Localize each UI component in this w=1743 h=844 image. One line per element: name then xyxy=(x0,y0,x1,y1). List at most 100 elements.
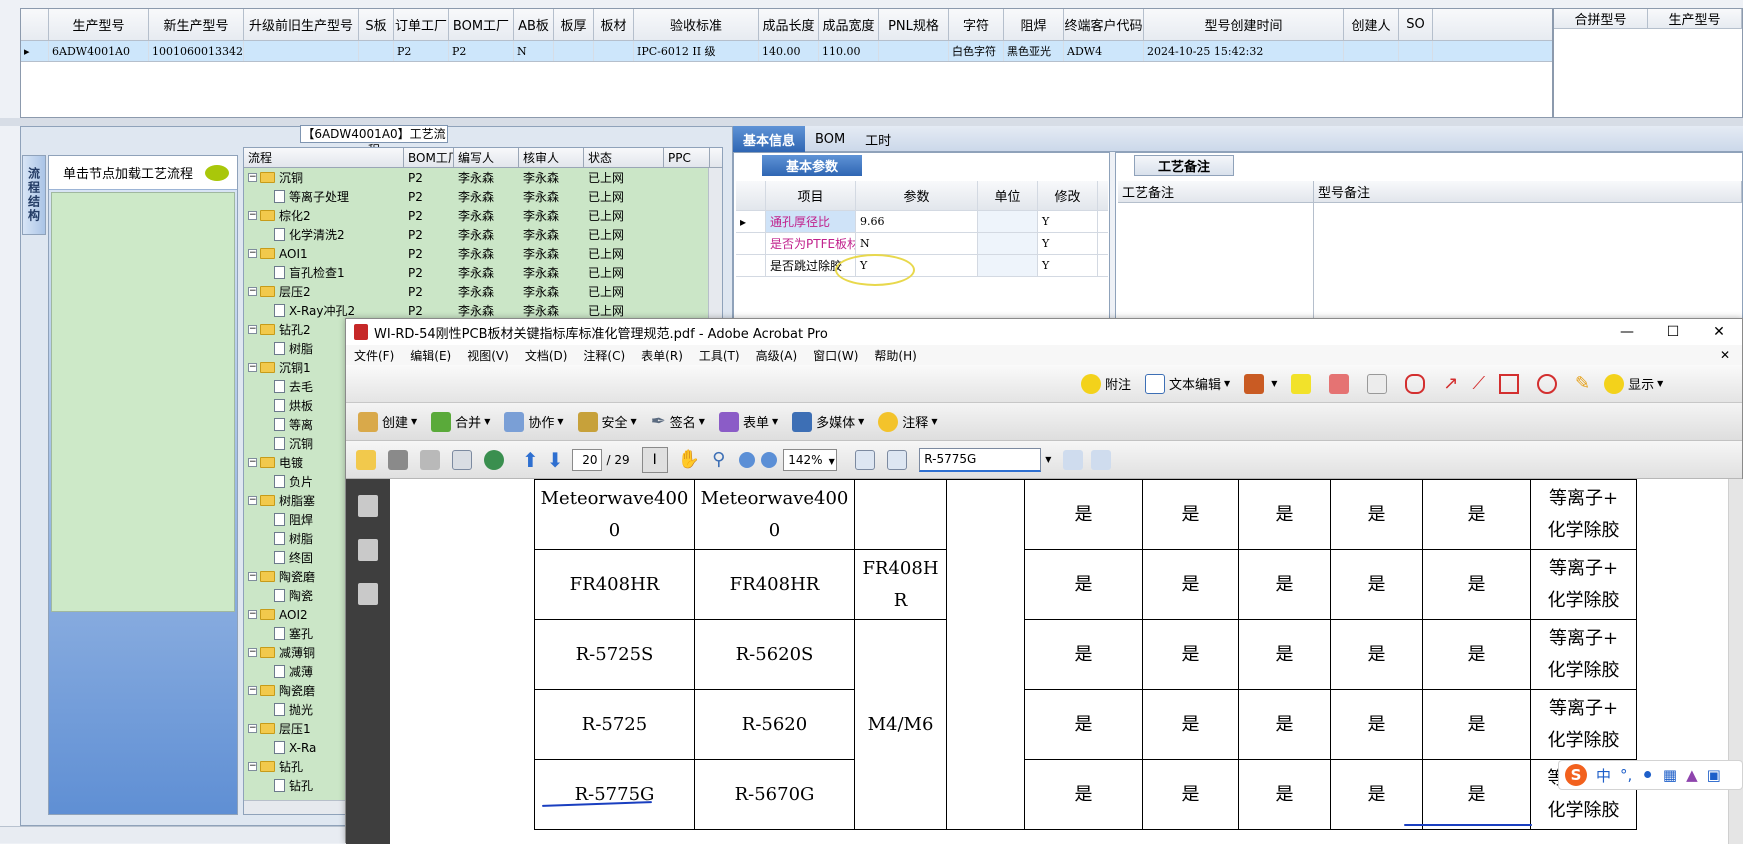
model-grid-cell[interactable]: 10010600133426 xyxy=(149,41,244,61)
notes-process-field[interactable] xyxy=(1118,203,1314,321)
ime-logo-icon[interactable]: S xyxy=(1565,764,1587,786)
model-grid-row[interactable]: ▸ 6ADW4001A0 10010600133426 P2 P2 N IPC-6012 I… xyxy=(21,41,1552,62)
acrobat-titlebar[interactable]: WI-RD-54刚性PCB板材关键指标库标准化管理规范.pdf - Adobe … xyxy=(346,319,1742,345)
model-grid-cell[interactable]: ADW4 xyxy=(1064,41,1144,61)
structure-tab[interactable]: 流程结构 xyxy=(22,155,46,235)
tab-hours[interactable]: 工时 xyxy=(855,126,901,152)
row-selector[interactable] xyxy=(736,233,766,254)
pencil-button[interactable]: ✎ xyxy=(1575,373,1590,394)
tree-cell-process[interactable]: − AOI1 xyxy=(244,244,404,263)
model-grid-header-cell[interactable]: BOM工厂 xyxy=(449,9,514,40)
basic-param-unit[interactable] xyxy=(978,211,1038,232)
model-grid-cell[interactable] xyxy=(1399,41,1433,61)
model-grid[interactable]: 生产型号 新生产型号 升级前旧生产型号 S板 订单工厂 BOM工厂 AB板 板厚 板材 验收标准成… xyxy=(20,8,1553,118)
menu-advanced[interactable]: 高级(A) xyxy=(748,347,806,364)
basic-param-row[interactable]: 是否为PTFE板材 N Y xyxy=(736,233,1108,255)
model-grid-cell[interactable] xyxy=(244,41,359,61)
row-selector[interactable]: ▸ xyxy=(21,41,49,61)
model-grid-cell[interactable]: 110.00 xyxy=(819,41,879,61)
basic-param-unit[interactable] xyxy=(978,255,1038,276)
model-grid-header-cell[interactable]: 字符 xyxy=(949,9,1004,40)
tree-row[interactable]: − 棕化2 P2 李永森 李永森 已上网 xyxy=(244,206,722,225)
menu-document[interactable]: 文档(D) xyxy=(517,347,576,364)
menu-window[interactable]: 窗口(W) xyxy=(805,347,866,364)
notes-title[interactable]: 工艺备注 xyxy=(1134,155,1234,176)
pages-icon[interactable] xyxy=(358,495,378,517)
model-grid-header-cell[interactable]: 升级前旧生产型号 xyxy=(244,9,359,40)
sticky-note-button[interactable]: 附注 xyxy=(1081,373,1131,394)
zoom-tool-icon[interactable]: ⚲ xyxy=(712,449,725,470)
process-tab[interactable]: 【6ADW4001A0】工艺流程 xyxy=(300,125,448,157)
collapse-icon[interactable]: − xyxy=(248,458,257,467)
collapse-icon[interactable]: − xyxy=(248,610,257,619)
basic-param-row[interactable]: ▸ 通孔厚径比 9.66 Y xyxy=(736,211,1108,233)
tree-row[interactable]: − AOI1 P2 李永森 李永森 已上网 xyxy=(244,244,722,263)
model-grid-header-cell[interactable]: 板材 xyxy=(594,9,634,40)
menu-comments[interactable]: 注释(C) xyxy=(575,347,633,364)
email-icon[interactable] xyxy=(452,449,472,470)
textbox-button[interactable] xyxy=(1367,373,1391,394)
acrobat-window[interactable]: WI-RD-54刚性PCB板材关键指标库标准化管理规范.pdf - Adobe … xyxy=(345,318,1743,844)
forms-button[interactable]: 表单 ▼ xyxy=(718,411,778,432)
prev-page-icon[interactable]: ⬆ xyxy=(522,448,539,472)
node-header[interactable]: 单击节点加载工艺流程 xyxy=(49,156,237,190)
menu-file[interactable]: 文件(F) xyxy=(346,347,402,364)
combine-button[interactable]: 合并 ▼ xyxy=(431,411,490,432)
collapse-icon[interactable]: − xyxy=(248,249,257,258)
model-grid-cell[interactable] xyxy=(1344,41,1399,61)
text-highlight-button[interactable] xyxy=(1291,373,1315,394)
collapse-icon[interactable]: − xyxy=(248,648,257,657)
rectangle-button[interactable] xyxy=(1499,373,1523,394)
cloud-button[interactable] xyxy=(1405,373,1429,394)
collapse-icon[interactable]: − xyxy=(248,496,257,505)
merge-grid[interactable]: 合拼型号 生产型号 xyxy=(1553,8,1743,118)
model-grid-cell[interactable]: 6ADW4001A0 xyxy=(49,41,149,61)
model-grid-cell[interactable]: P2 xyxy=(394,41,449,61)
microphone-icon[interactable]: ⚫ xyxy=(1641,766,1654,784)
model-grid-header-cell[interactable]: 成品长度 xyxy=(759,9,819,40)
tree-row[interactable]: 盲孔检查1 P2 李永森 李永森 已上网 xyxy=(244,263,722,282)
basic-params-title[interactable]: 基本参数 xyxy=(762,155,862,176)
apps-grid-icon[interactable]: ▣ xyxy=(1707,766,1721,784)
close-icon[interactable]: ✕ xyxy=(1696,319,1742,345)
collapse-icon[interactable]: − xyxy=(248,686,257,695)
model-grid-cell[interactable] xyxy=(359,41,394,61)
create-button[interactable]: 创建 ▼ xyxy=(358,411,417,432)
collapse-icon[interactable]: − xyxy=(248,287,257,296)
basic-param-modify[interactable]: Y xyxy=(1038,255,1098,276)
callout-button[interactable] xyxy=(1329,373,1353,394)
pdf-page-area[interactable]: Meteorwave400 0 Meteorwave400 0 是是是是是等离子+ … xyxy=(390,479,1743,844)
sign-button[interactable]: ✒ 签名 ▼ xyxy=(651,411,705,432)
model-grid-header-cell[interactable]: 订单工厂 xyxy=(394,9,449,40)
tree-cell-process[interactable]: − 沉铜 xyxy=(244,168,404,187)
tree-row[interactable]: − 沉铜 P2 李永森 李永森 已上网 xyxy=(244,168,722,187)
bookmarks-icon[interactable] xyxy=(358,539,378,561)
print-icon[interactable] xyxy=(388,449,408,470)
model-grid-header-cell[interactable]: 终端客户代码 xyxy=(1064,9,1144,40)
menu-view[interactable]: 视图(V) xyxy=(459,347,517,364)
zoom-select[interactable]: 142% ▼ xyxy=(783,448,838,471)
model-grid-header-cell[interactable]: 板厚 xyxy=(554,9,594,40)
collapse-icon[interactable]: − xyxy=(248,724,257,733)
basic-params-grid[interactable]: 项目 参数 单位 修改 ▸ 通孔厚径比 9.66 Y 是否为PTFE板材 N Y 是否跳过除胶… xyxy=(736,181,1108,277)
basic-param-modify[interactable]: Y xyxy=(1038,211,1098,232)
tree-row[interactable]: − 层压2 P2 李永森 李永森 已上网 xyxy=(244,282,722,301)
model-grid-cell[interactable]: 黑色亚光 xyxy=(1004,41,1064,61)
arrow-button[interactable]: ↗ xyxy=(1443,373,1458,394)
zoom-out-icon[interactable] xyxy=(739,451,756,468)
collapse-icon[interactable]: − xyxy=(248,325,257,334)
find-prev-icon[interactable] xyxy=(1063,449,1084,470)
model-grid-header-cell[interactable]: 成品宽度 xyxy=(819,9,879,40)
save-icon[interactable] xyxy=(420,449,440,470)
line-button[interactable]: ⟋ xyxy=(1472,373,1485,394)
select-tool-icon[interactable]: I xyxy=(641,446,668,473)
fit-page-icon[interactable] xyxy=(887,449,908,470)
collaborate-button[interactable]: 协作 ▼ xyxy=(504,411,564,432)
fit-width-icon[interactable] xyxy=(855,449,876,470)
skin-icon[interactable]: ▲ xyxy=(1686,766,1698,784)
tab-basic-info[interactable]: 基本信息 xyxy=(733,126,806,152)
basic-param-value[interactable]: N xyxy=(856,233,978,254)
model-grid-header-cell[interactable]: AB板 xyxy=(514,9,554,40)
ime-punct-icon[interactable]: °, xyxy=(1620,766,1632,784)
menu-forms[interactable]: 表单(R) xyxy=(633,347,691,364)
